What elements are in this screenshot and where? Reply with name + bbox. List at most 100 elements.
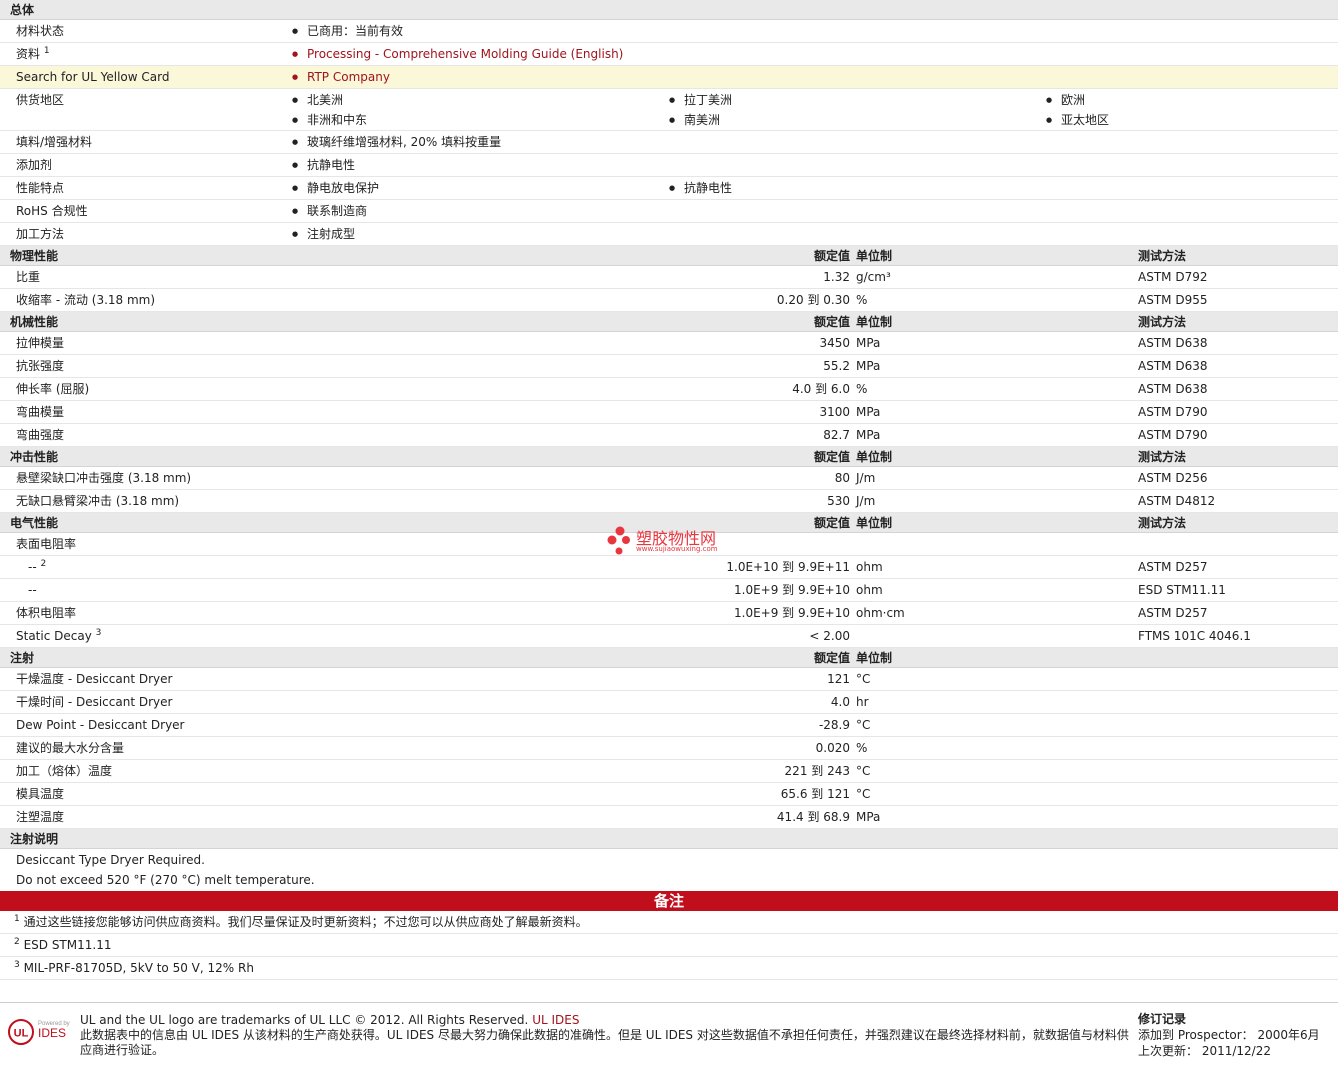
section-title: 机械性能 xyxy=(10,315,59,329)
label: Search for UL Yellow Card xyxy=(16,70,170,84)
section-title: 注射说明 xyxy=(10,832,59,846)
property-method: ASTM D638 xyxy=(1138,382,1208,396)
property-name: -- xyxy=(28,583,37,597)
property-row: 弯曲模量 3100 MPa ASTM D790 xyxy=(0,401,1338,424)
injection-rows: 干燥温度 - Desiccant Dryer 121 °C 干燥时间 - Desicc… xyxy=(0,668,1338,829)
mechanical-rows: 拉伸模量 3450 MPa ASTM D638 抗张强度 55.2 MPa ASTM D638… xyxy=(0,332,1338,447)
property-method: ASTM D792 xyxy=(1138,270,1208,284)
section-title: 冲击性能 xyxy=(10,450,59,464)
property-value: 3100 xyxy=(819,405,850,419)
row-supply: 供货地区 北美洲 拉丁美洲 欧洲 非洲和中东 南美洲 亚太地区 xyxy=(0,89,1338,131)
property-unit: °C xyxy=(856,764,871,778)
label: 材料状态 xyxy=(16,24,65,38)
property-row: 加工（熔体）温度 221 到 243 °C xyxy=(0,760,1338,783)
section-impact: 冲击性能 额定值 单位制 测试方法 xyxy=(0,447,1338,467)
property-row: Static Decay 3 < 2.00 FTMS 101C 4046.1 xyxy=(0,625,1338,648)
col-unit: 单位制 xyxy=(856,249,893,263)
col-unit: 单位制 xyxy=(856,516,893,530)
property-value: 4.0 到 6.0 xyxy=(792,382,850,396)
region: 南美洲 xyxy=(669,109,720,131)
property-value: 55.2 xyxy=(823,359,850,373)
property-name: Dew Point - Desiccant Dryer xyxy=(16,718,185,732)
section-title: 物理性能 xyxy=(10,249,59,263)
rtp-company-link[interactable]: RTP Company xyxy=(292,66,390,88)
property-name: 干燥温度 - Desiccant Dryer xyxy=(16,672,173,686)
footnote: 3 MIL-PRF-81705D, 5kV to 50 V, 12% Rh xyxy=(0,957,1338,980)
property-name: 体积电阻率 xyxy=(16,606,77,620)
logo-ul-text: UL xyxy=(14,1028,29,1040)
property-row: 收缩率 - 流动 (3.18 mm) 0.20 到 0.30% ASTM D955 xyxy=(0,289,1338,312)
property-row: 拉伸模量 3450 MPa ASTM D638 xyxy=(0,332,1338,355)
property-value: 530 xyxy=(827,494,850,508)
property-value: 1.0E+10 到 9.9E+11 xyxy=(726,560,850,574)
property-unit: ohm xyxy=(856,560,883,574)
property-row: 伸长率 (屈服) 4.0 到 6.0% ASTM D638 xyxy=(0,378,1338,401)
property-name: -- 2 xyxy=(28,559,47,574)
row-status: 材料状态 已商用：当前有效 xyxy=(0,20,1338,43)
property-method: ASTM D955 xyxy=(1138,293,1208,307)
property-unit: ohm·cm xyxy=(856,606,905,620)
footnote-text: 2 ESD STM11.11 xyxy=(14,937,112,952)
property-row: 干燥温度 - Desiccant Dryer 121 °C xyxy=(0,668,1338,691)
property-name: 干燥时间 - Desiccant Dryer xyxy=(16,695,173,709)
property-value: 1.32 xyxy=(823,270,850,284)
property-name: 拉伸模量 xyxy=(16,336,65,350)
col-method: 测试方法 xyxy=(1138,249,1187,263)
property-name: 模具温度 xyxy=(16,787,65,801)
revision-history: 修订记录 添加到 Prospector： 2000年6月 上次更新： 2011/… xyxy=(1138,1011,1320,1059)
property-unit: MPa xyxy=(856,810,881,824)
property-name: 伸长率 (屈服) xyxy=(16,382,90,396)
label: 资料 1 xyxy=(16,46,50,61)
row-rohs: RoHS 合规性 联系制造商 xyxy=(0,200,1338,223)
section-injection: 注射 额定值 单位制 xyxy=(0,648,1338,668)
impact-rows: 悬壁梁缺口冲击强度 (3.18 mm) 80 J/m ASTM D256 无缺口悬臂梁冲… xyxy=(0,467,1338,513)
col-value: 额定值 xyxy=(813,249,850,263)
value: 抗静电性 xyxy=(292,154,355,176)
col-method: 测试方法 xyxy=(1138,315,1187,329)
property-row: 无缺口悬臂梁冲击 (3.18 mm) 530 J/m ASTM D4812 xyxy=(0,490,1338,513)
property-value: 41.4 到 68.9 xyxy=(776,810,850,824)
property-unit: MPa xyxy=(856,336,881,350)
row-features: 性能特点 静电放电保护 抗静电性 xyxy=(0,177,1338,200)
watermark: 塑胶物性网 www.sujiaowuxing.com xyxy=(606,525,736,557)
property-row: Dew Point - Desiccant Dryer -28.9 °C xyxy=(0,714,1338,737)
value: 抗静电性 xyxy=(669,177,732,199)
property-name: 加工（熔体）温度 xyxy=(16,764,113,778)
region: 非洲和中东 xyxy=(292,109,367,131)
revision-title: 修订记录 xyxy=(1138,1012,1187,1026)
property-value: < 2.00 xyxy=(809,629,850,643)
surface-rows: -- 2 1.0E+10 到 9.9E+11 ohm ASTM D257 -- 1.0E+… xyxy=(0,556,1338,602)
region: 拉丁美洲 xyxy=(669,89,732,111)
col-method: 测试方法 xyxy=(1138,450,1187,464)
row-ul-yellow-card: Search for UL Yellow Card RTP Company xyxy=(0,66,1338,89)
property-unit: °C xyxy=(856,718,871,732)
property-row: 体积电阻率 1.0E+9 到 9.9E+10 ohm·cm ASTM D257 xyxy=(0,602,1338,625)
molding-guide-link[interactable]: Processing - Comprehensive Molding Guide… xyxy=(292,43,623,65)
footnote-text: 1 通过这些链接您能够访问供应商资料。我们尽量保证及时更新资料；不过您可以从供应… xyxy=(14,914,588,929)
property-name: 无缺口悬臂梁冲击 (3.18 mm) xyxy=(16,494,180,508)
property-unit: MPa xyxy=(856,405,881,419)
col-unit: 单位制 xyxy=(856,315,893,329)
label: RoHS 合规性 xyxy=(16,204,88,218)
property-row: 悬壁梁缺口冲击强度 (3.18 mm) 80 J/m ASTM D256 xyxy=(0,467,1338,490)
datasheet: 总体 材料状态 已商用：当前有效 资料 1 Processing - Compr… xyxy=(0,0,1338,1073)
disclaimer: 此数据表中的信息由 UL IDES 从该材料的生产商处获得。UL IDES 尽最… xyxy=(80,1028,1129,1057)
property-value: 3450 xyxy=(819,336,850,350)
property-unit: ohm xyxy=(856,583,883,597)
revision-updated: 上次更新： 2011/12/22 xyxy=(1138,1044,1271,1058)
property-method: ASTM D256 xyxy=(1138,471,1208,485)
property-row: 注塑温度 41.4 到 68.9 MPa xyxy=(0,806,1338,829)
property-unit: MPa xyxy=(856,428,881,442)
property-unit: % xyxy=(856,293,868,307)
section-physical: 物理性能 额定值 单位制 测试方法 xyxy=(0,246,1338,266)
property-unit: hr xyxy=(856,695,869,709)
ul-ides-link[interactable]: UL IDES xyxy=(532,1013,579,1027)
col-value: 额定值 xyxy=(813,450,850,464)
logo-ides-text: IDES xyxy=(38,1026,66,1040)
property-row: 抗张强度 55.2 MPa ASTM D638 xyxy=(0,355,1338,378)
property-method: ASTM D4812 xyxy=(1138,494,1216,508)
property-row: -- 1.0E+9 到 9.9E+10 ohm ESD STM11.11 xyxy=(0,579,1338,602)
row-additive: 添加剂 抗静电性 xyxy=(0,154,1338,177)
col-unit: 单位制 xyxy=(856,651,893,665)
section-injection-notes: 注射说明 xyxy=(0,829,1338,849)
